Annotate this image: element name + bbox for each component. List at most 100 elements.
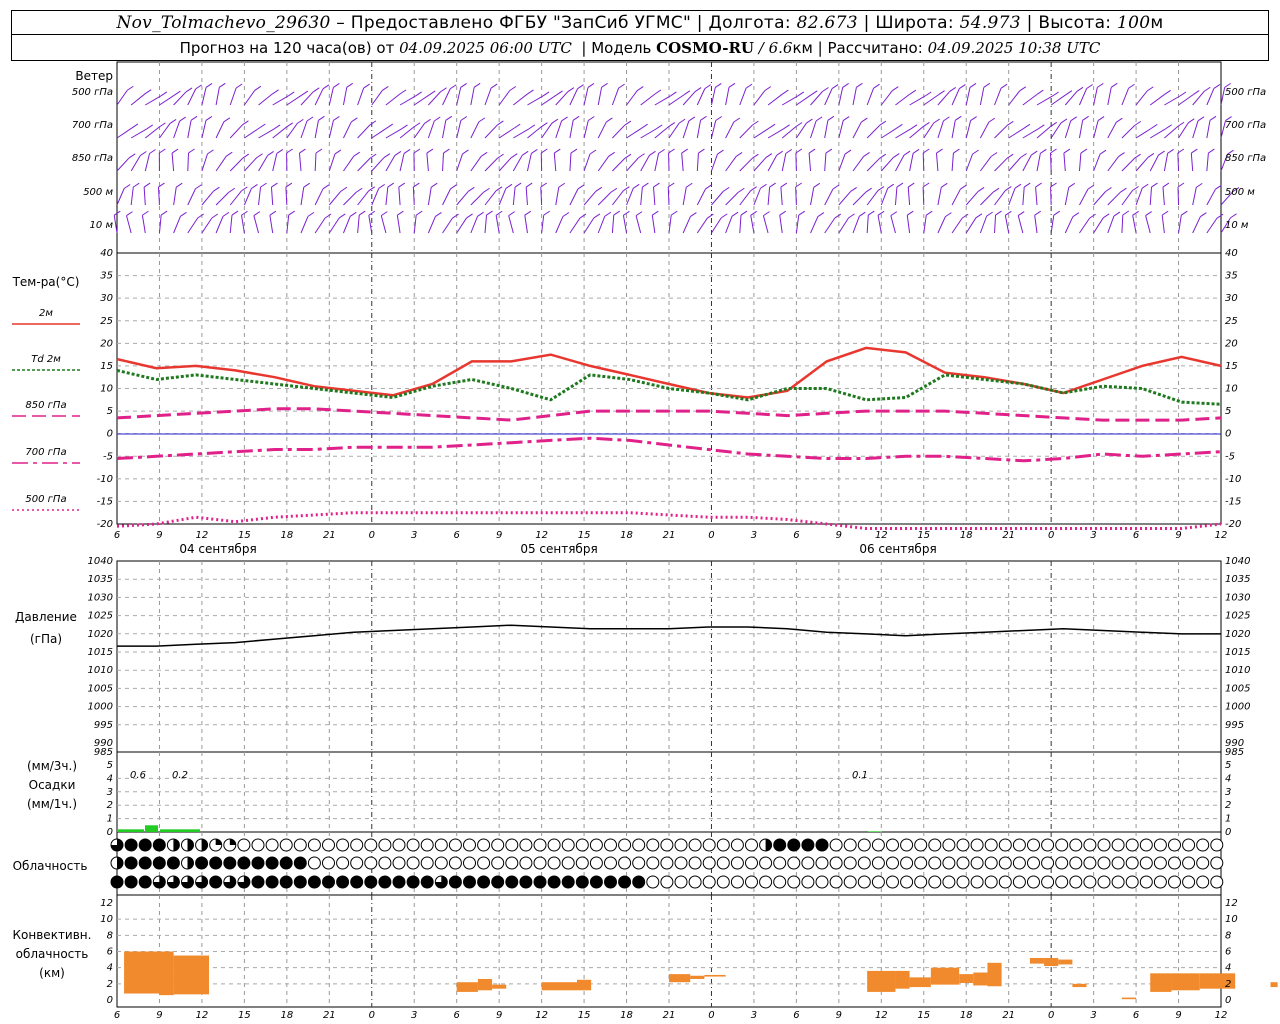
wind-barb-flag [865, 187, 872, 193]
cloud-circle [956, 875, 970, 889]
wind-barb-flag [943, 116, 950, 122]
wind-barb-flag [817, 212, 825, 217]
cloud-fill [590, 876, 603, 888]
wind-barb [1192, 120, 1199, 139]
hour-tick: 18 [280, 530, 293, 541]
cloud-fill [125, 857, 138, 869]
cloud-circle [533, 838, 547, 852]
wind-level-label: 500 гПа [72, 87, 113, 98]
cloud-title: Облачность [13, 859, 88, 873]
wind-barb [314, 120, 319, 139]
wind-barb [667, 186, 670, 206]
wind-barb-flag [452, 213, 459, 219]
wind-barb-flag [424, 118, 431, 124]
cloud-circle [1055, 856, 1069, 870]
wind-barb-flag [1200, 212, 1207, 218]
wind-barb-flag [733, 117, 741, 123]
hour-tick: 15 [238, 1010, 251, 1021]
wind-barb [753, 188, 761, 206]
wind-barb-flag [1134, 153, 1141, 159]
wind-barb-flag [426, 148, 434, 154]
cloud-circle [702, 875, 716, 889]
wind-barb-flag [1213, 84, 1221, 89]
cloud-circle [674, 856, 688, 870]
wind-barb-flag [205, 116, 213, 121]
wind-barb [541, 94, 557, 106]
cloud-circle [533, 856, 547, 870]
wind-barb [1064, 187, 1070, 206]
wind-barb-flag [259, 123, 266, 129]
wind-barb [215, 87, 220, 106]
cloud-fill [252, 876, 264, 888]
wind-barb-flag [1102, 213, 1110, 219]
tick-label: 4 [107, 773, 113, 784]
cloud-circle [505, 838, 519, 852]
wind-barb-flag [1034, 210, 1041, 216]
wind-barb [767, 128, 784, 139]
wind-barb-flag [1087, 184, 1095, 190]
wind-barb-flag [242, 153, 250, 159]
wind-barb-flag [715, 116, 723, 121]
wind-barb-flag [949, 86, 956, 92]
precip-bar [145, 825, 158, 832]
tick-label: 4 [1225, 963, 1231, 974]
tick-label: 1040 [1225, 556, 1250, 567]
wind-barb-flag [813, 182, 821, 188]
hour-tick: 6 [793, 1010, 799, 1021]
cloud-circle [773, 856, 787, 870]
wind-barb-flag [180, 211, 187, 217]
wind-barb-flag [128, 153, 136, 159]
wind-barb [1036, 153, 1041, 172]
wind-barb [711, 217, 722, 234]
wind-barb-flag [806, 118, 813, 124]
cloud-circle [730, 838, 744, 852]
wind-barb-flag [601, 82, 608, 88]
wind-barb-flag [863, 152, 870, 157]
wind-barb-flag [890, 211, 898, 217]
hour-tick: 0 [369, 530, 375, 541]
tick-label: 20 [1225, 338, 1238, 349]
wind-barb [145, 95, 162, 106]
wind-barb [1192, 216, 1201, 234]
tick-label: 0 [107, 827, 113, 838]
conv-bar [930, 967, 960, 985]
wind-barb-flag [1099, 149, 1107, 155]
cloud-circle [1182, 856, 1196, 870]
cloud-circle [759, 856, 773, 870]
wind-barb [640, 93, 656, 106]
hour-tick: 21 [323, 530, 336, 541]
wind-barb [258, 93, 273, 106]
tick-label: -15 [1225, 496, 1241, 507]
tick-label: 3 [107, 787, 113, 798]
wind-barb [1093, 191, 1106, 206]
cloud-circle [420, 856, 434, 870]
wind-barb-flag [276, 149, 284, 154]
wind-barb [1162, 187, 1165, 206]
wind-barb-flag [654, 89, 662, 95]
tick-label: 1015 [1225, 647, 1250, 658]
wind-barb [1008, 187, 1016, 206]
cloud-circle [547, 856, 561, 870]
wind-barb-flag [466, 213, 473, 219]
wind-barb [1107, 215, 1115, 234]
wind-barb-flag [131, 123, 139, 129]
wind-barb-flag [1122, 210, 1130, 216]
wind-barb-flag [369, 120, 377, 126]
wind-barb [937, 120, 944, 139]
cloud-circle [1125, 838, 1139, 852]
wind-barb-flag [358, 210, 366, 216]
wind-barb-flag [988, 117, 996, 123]
hour-tick: 15 [917, 1010, 930, 1021]
hour-tick: 21 [663, 530, 676, 541]
cloud-fill [266, 857, 279, 869]
wind-barb-flag [1038, 124, 1045, 130]
wind-barb-flag [159, 148, 166, 154]
cloud-fill [350, 876, 363, 888]
wind-barb [866, 157, 881, 172]
wind-barb-flag [992, 187, 1000, 193]
wind-barb-flag [859, 211, 866, 217]
wind-barb-flag [722, 186, 730, 192]
wind-barb-flag [1181, 210, 1188, 216]
wind-barb-flag [683, 90, 691, 96]
wind-barb-flag [324, 213, 332, 219]
